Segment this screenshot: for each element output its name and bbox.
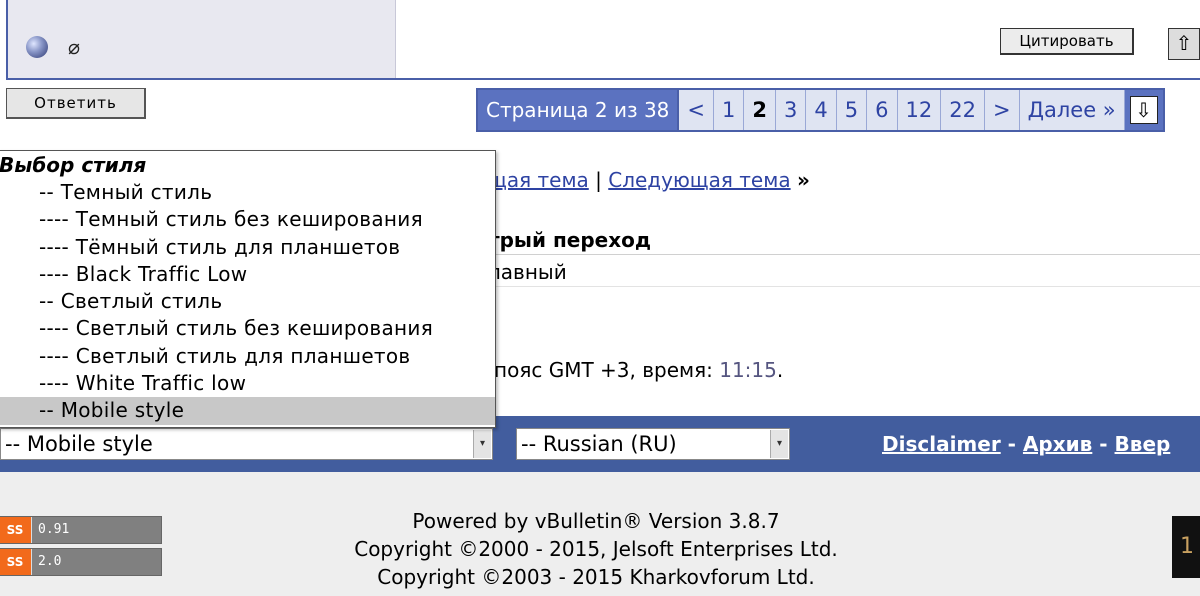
attachment-icon: ⌀ <box>68 35 81 59</box>
timezone-end: . <box>776 358 784 382</box>
dropdown-option[interactable]: ---- Светлый стиль для планшетов <box>0 343 495 370</box>
dropdown-group-label: Выбор стиля <box>0 153 147 177</box>
credit-line: Copyright ©2000 - 2015, Jelsoft Enterpri… <box>354 537 838 561</box>
rss-icon: SS <box>0 517 31 543</box>
page-link[interactable]: 1 <box>714 90 745 130</box>
dropdown-option[interactable]: -- Светлый стиль <box>0 288 495 315</box>
pagination: Страница 2 из 38 < 1 2 3 4 5 6 12 22 > Д… <box>476 88 1165 132</box>
timezone-text: пояс GMT +3, время: <box>494 358 720 382</box>
rss-icon: SS <box>0 549 31 575</box>
style-select[interactable]: -- Mobile style ▾ <box>0 428 493 460</box>
nav-arrow: » <box>796 168 810 192</box>
arrow-down-icon: ⇩ <box>1129 96 1158 124</box>
page-link[interactable]: 6 <box>867 90 898 130</box>
footer-sep: - <box>1092 432 1115 456</box>
archive-link[interactable]: Архив <box>1023 432 1092 456</box>
next-thread-link[interactable]: Следующая тема <box>608 168 790 192</box>
page-link[interactable]: 5 <box>836 90 868 130</box>
dropdown-option-selected[interactable]: -- Mobile style <box>0 397 495 425</box>
go-top-icon[interactable]: ⇧ <box>1168 28 1200 60</box>
credit-line: Powered by vBulletin® Version 3.8.7 <box>412 509 780 533</box>
prev-thread-link[interactable]: щая тема <box>488 168 589 192</box>
next-page-link[interactable]: > <box>984 90 1020 130</box>
rss-badge[interactable]: SS 2.0 <box>0 548 162 576</box>
post-container: ⌀ Цитировать ⇧ <box>6 0 1200 80</box>
top-link[interactable]: Ввер <box>1115 432 1171 456</box>
post-user-panel <box>8 0 396 78</box>
dropdown-option[interactable]: ---- Black Traffic Low <box>0 261 495 288</box>
page-link[interactable]: 22 <box>941 90 985 130</box>
current-page: 2 <box>744 90 776 130</box>
language-select[interactable]: -- Russian (RU) ▾ <box>516 428 790 460</box>
dropdown-option[interactable]: ---- Светлый стиль без кеширования <box>0 315 495 342</box>
credits: Powered by vBulletin® Version 3.8.7 Copy… <box>296 507 896 591</box>
thread-navigation: щая тема | Следующая тема » <box>488 168 810 192</box>
dropdown-option[interactable]: ---- Тёмный стиль для планшетов <box>0 234 495 261</box>
dropdown-option[interactable]: -- Темный стиль <box>0 179 495 206</box>
go-bottom-button[interactable]: ⇩ <box>1124 90 1163 130</box>
timezone-info: пояс GMT +3, время: 11:15. <box>494 358 783 382</box>
language-select-value: -- Russian (RU) <box>521 432 677 456</box>
footer-links: Disclaimer - Архив - Ввер <box>882 432 1170 456</box>
current-time: 11:15 <box>719 358 777 382</box>
rss-version: 0.91 <box>31 517 69 543</box>
dropdown-option[interactable]: ---- Темный стиль без кеширования <box>0 206 495 233</box>
chevron-down-icon: ▾ <box>770 430 788 458</box>
quick-jump-title: трый переход <box>488 228 652 252</box>
rss-badge[interactable]: SS 0.91 <box>0 516 162 544</box>
style-select-value: -- Mobile style <box>5 432 153 456</box>
footer-sep: - <box>1000 432 1023 456</box>
rss-version: 2.0 <box>31 549 61 575</box>
counter-logo[interactable]: 1 <box>1172 516 1200 578</box>
divider <box>488 254 1200 255</box>
quick-jump-select[interactable]: лавный <box>488 260 567 284</box>
nav-separator: | <box>595 168 602 192</box>
divider <box>488 286 1200 287</box>
page-link[interactable]: 12 <box>897 90 942 130</box>
offline-status-icon <box>26 36 48 58</box>
style-dropdown-list: Выбор стиля -- Темный стиль ---- Темный … <box>0 150 496 428</box>
page-link[interactable]: 4 <box>806 90 837 130</box>
dropdown-option[interactable]: ---- White Traffic low <box>0 370 495 397</box>
last-page-link[interactable]: Далее » <box>1019 90 1125 130</box>
reply-button[interactable]: Ответить <box>6 88 146 119</box>
credit-line: Copyright ©2003 - 2015 Kharkovforum Ltd. <box>377 565 815 589</box>
disclaimer-link[interactable]: Disclaimer <box>882 432 1001 456</box>
quote-button[interactable]: Цитировать <box>1000 28 1134 55</box>
prev-page-link[interactable]: < <box>679 90 714 130</box>
chevron-down-icon: ▾ <box>473 430 491 458</box>
page-info: Страница 2 из 38 <box>478 90 680 130</box>
page-link[interactable]: 3 <box>776 90 807 130</box>
